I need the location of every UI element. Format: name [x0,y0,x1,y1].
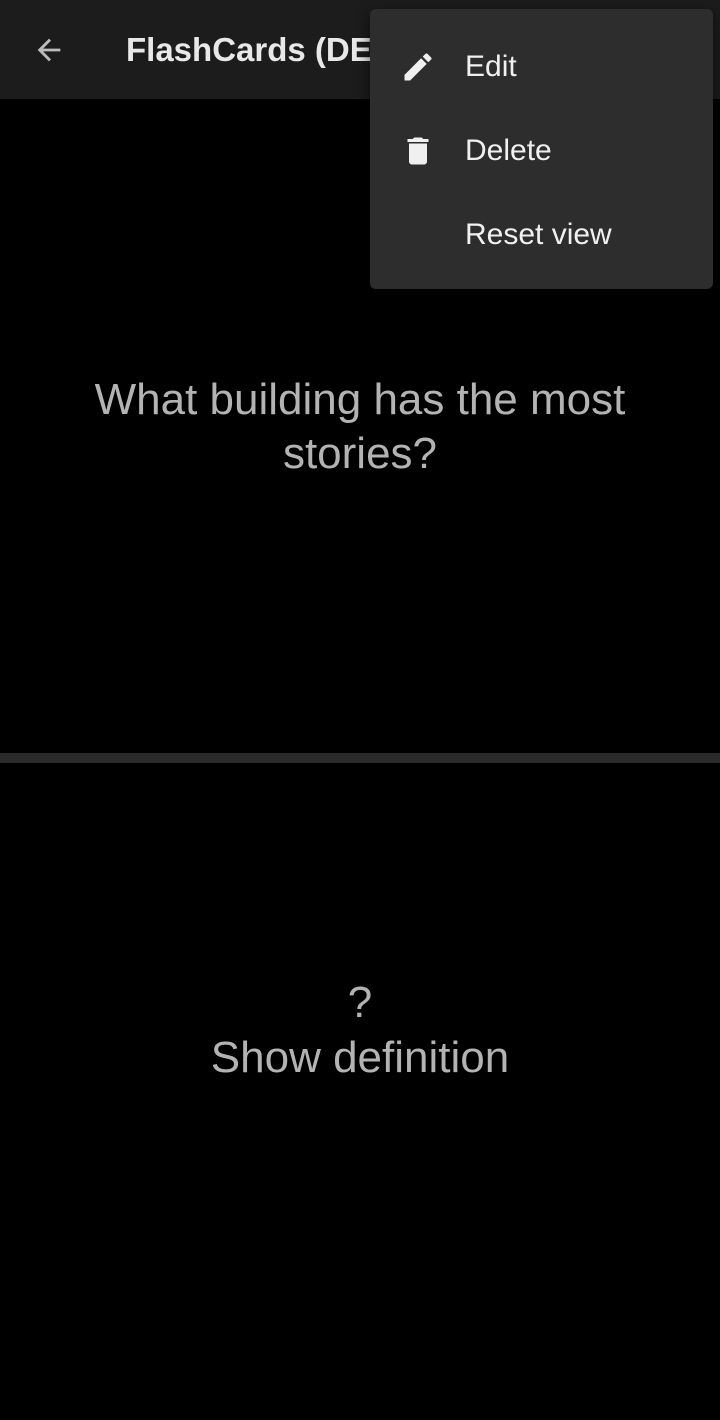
show-definition-area[interactable]: ? Show definition [0,763,720,1420]
term-text: What building has the most stories? [94,375,626,478]
reveal-question-mark: ? [347,978,373,1027]
menu-item-reset-view[interactable]: Reset view [370,205,713,289]
overflow-menu: Edit Delete Reset view [370,9,713,289]
menu-item-label: Delete [465,134,552,167]
menu-item-edit[interactable]: Edit [370,37,713,121]
back-button[interactable] [26,25,72,75]
menu-item-label: Edit [465,50,517,83]
arrow-back-icon [32,33,66,67]
pencil-icon [400,49,436,85]
show-definition-label: Show definition [210,1033,510,1082]
app-title: FlashCards (DEV [126,31,394,68]
trash-icon [400,133,436,169]
menu-item-label: Reset view [465,218,612,251]
pane-divider[interactable] [0,753,720,763]
menu-item-delete[interactable]: Delete [370,121,713,205]
